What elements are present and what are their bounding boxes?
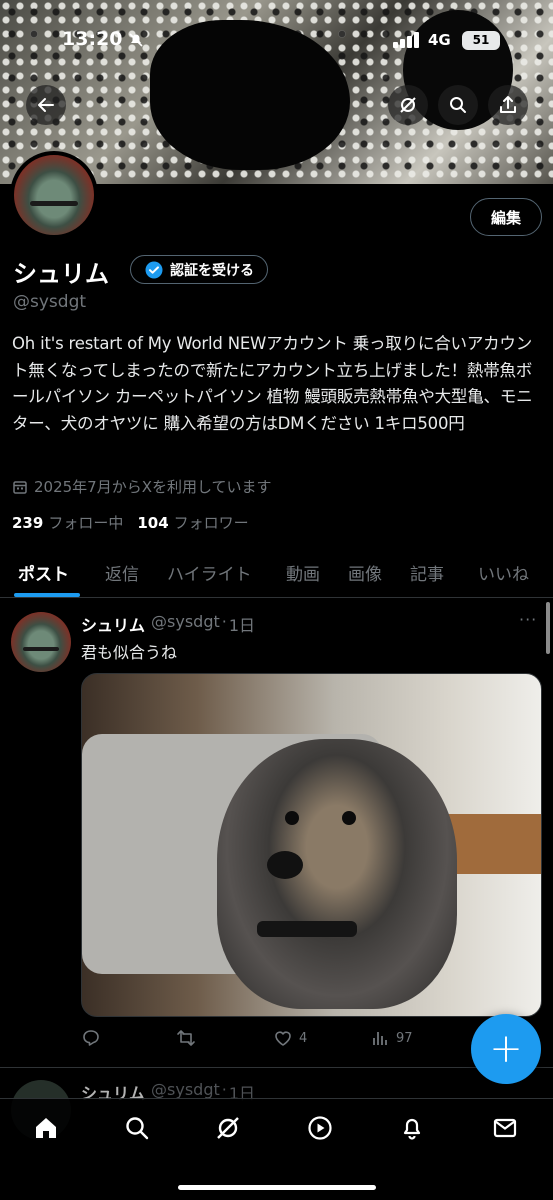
post-divider <box>0 1067 553 1068</box>
get-verified-label: 認証を受ける <box>170 262 254 279</box>
edit-profile-button[interactable]: 編集 <box>470 198 542 236</box>
signal-icon <box>393 32 421 52</box>
nav-notifications[interactable] <box>397 1113 427 1143</box>
post-image[interactable] <box>81 673 542 1017</box>
nav-grok[interactable] <box>213 1113 243 1143</box>
tab-highlights[interactable]: ハイライト <box>167 560 252 585</box>
following-label: フォロー中 <box>48 514 124 532</box>
profile-tabs: ポスト 返信 ハイライト 動画 画像 記事 いいね <box>0 552 553 598</box>
more-options-icon[interactable]: ··· <box>519 610 537 629</box>
like-count: 4 <box>299 1030 308 1046</box>
post-header: シュリム @sysdgt · 1日 <box>81 612 255 636</box>
tab-videos[interactable]: 動画 <box>286 560 320 585</box>
verified-badge-icon <box>145 261 163 278</box>
home-icon <box>36 1118 56 1138</box>
grok-icon <box>400 97 416 113</box>
bell-icon <box>403 1118 421 1140</box>
followers-count: 104 <box>137 514 169 532</box>
tab-replies[interactable]: 返信 <box>105 560 139 585</box>
post-author[interactable]: シュリム <box>81 612 145 636</box>
tab-articles[interactable]: 記事 <box>410 560 444 585</box>
bottom-nav <box>0 1098 553 1200</box>
tab-posts[interactable]: ポスト <box>18 560 69 585</box>
mute-icon <box>128 32 144 52</box>
followers-link[interactable]: 104 フォロワー <box>137 512 248 533</box>
followers-label: フォロワー <box>173 514 249 532</box>
active-tab-indicator <box>14 593 80 597</box>
post-text: 君も似合うね <box>81 643 178 662</box>
back-button[interactable] <box>26 85 66 125</box>
profile-avatar[interactable] <box>10 151 98 239</box>
like-icon <box>275 1031 291 1046</box>
follow-stats: 239 フォロー中 104 フォロワー <box>12 512 249 533</box>
grok-button[interactable] <box>388 85 428 125</box>
nav-video[interactable] <box>305 1113 335 1143</box>
view-count: 97 <box>396 1030 413 1046</box>
nav-messages[interactable] <box>490 1113 520 1143</box>
reply-button[interactable] <box>81 1028 101 1048</box>
post-time: 1日 <box>228 616 256 635</box>
share-button[interactable] <box>488 85 528 125</box>
home-indicator <box>178 1185 376 1190</box>
search-icon <box>450 97 466 113</box>
status-bar: 13:20 4G 51 <box>0 28 553 54</box>
share-icon <box>500 96 516 113</box>
views-icon <box>373 1032 387 1045</box>
like-button[interactable]: 4 <box>273 1028 307 1048</box>
following-link[interactable]: 239 フォロー中 <box>12 512 123 533</box>
get-verified-button[interactable]: 認証を受ける <box>130 255 268 284</box>
profile-handle: @sysdgt <box>13 292 87 312</box>
repost-button[interactable] <box>176 1028 196 1048</box>
post-separator: · <box>221 612 227 631</box>
search-button[interactable] <box>438 85 478 125</box>
compose-button[interactable]: + <box>471 1014 541 1084</box>
calendar-icon <box>13 480 27 494</box>
post-actions: 4 97 <box>81 1028 521 1054</box>
profile-name: シュリム <box>13 260 109 288</box>
following-count: 239 <box>12 514 44 532</box>
profile-bio: Oh it's restart of My World NEWアカウント 乗っ取… <box>12 334 533 433</box>
network-type: 4G <box>428 31 451 49</box>
video-icon <box>308 1116 332 1140</box>
back-arrow-icon <box>38 98 54 112</box>
tab-images[interactable]: 画像 <box>348 560 382 585</box>
post-handle: @sysdgt <box>151 612 220 631</box>
joined-date: 2025年7月からXを利用しています <box>12 476 272 497</box>
search-icon <box>126 1117 149 1140</box>
post-avatar[interactable] <box>11 612 71 672</box>
tab-likes[interactable]: いいね <box>478 560 529 585</box>
grok-icon <box>217 1117 239 1139</box>
status-time: 13:20 <box>62 28 123 50</box>
scrollbar[interactable] <box>546 602 550 654</box>
repost-icon <box>177 1030 195 1046</box>
battery-level: 51 <box>462 31 500 50</box>
reply-icon <box>83 1030 99 1046</box>
nav-home[interactable] <box>31 1113 61 1143</box>
nav-search[interactable] <box>122 1113 152 1143</box>
views-button[interactable]: 97 <box>370 1028 413 1048</box>
mail-icon <box>493 1118 517 1138</box>
joined-text: 2025年7月からXを利用しています <box>34 478 272 496</box>
